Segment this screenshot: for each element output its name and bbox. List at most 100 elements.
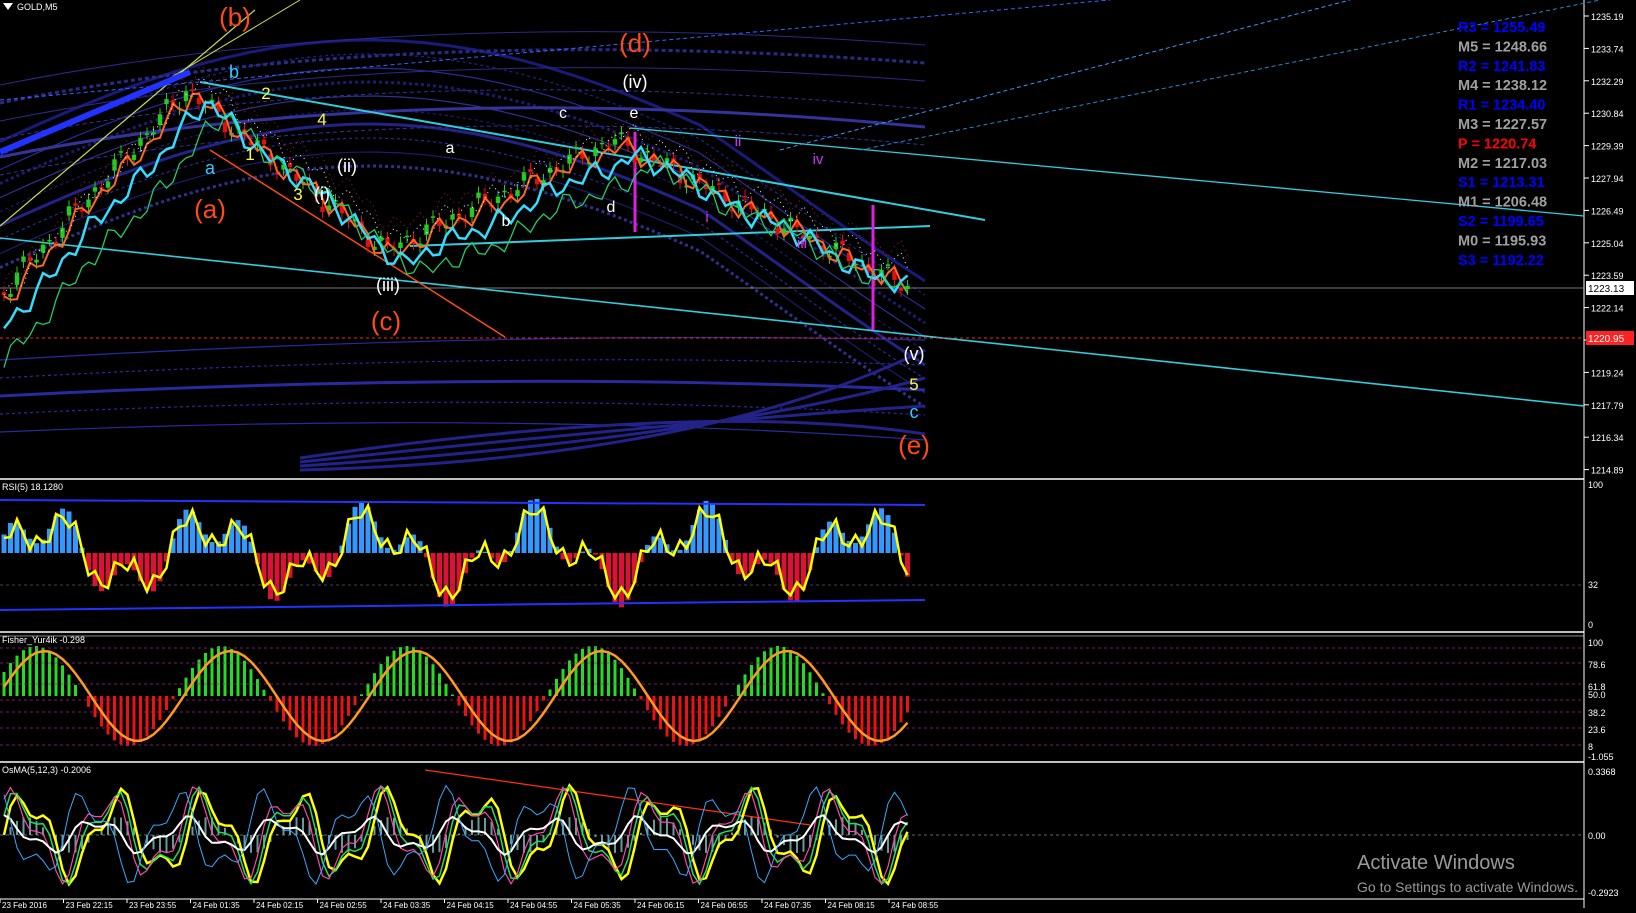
pivot-label: S1 = 1213.31 <box>1458 175 1545 191</box>
candle <box>261 139 267 145</box>
rsi-bar <box>92 553 98 587</box>
osma-panel[interactable] <box>0 769 1584 887</box>
time-tick: 24 Feb 08:15 <box>828 901 876 908</box>
candle <box>47 240 52 242</box>
wave-label: a <box>446 140 455 157</box>
rsi-bar <box>359 501 364 553</box>
pivot-label: M3 = 1227.57 <box>1458 117 1547 133</box>
fisher-tick: 100 <box>1588 638 1603 648</box>
candle <box>183 91 189 102</box>
candle <box>775 228 780 235</box>
candle <box>112 159 117 171</box>
osma-tick: -0.2923 <box>1588 888 1619 898</box>
candle <box>573 146 579 149</box>
wave-label: (i) <box>314 184 330 204</box>
rsi-bar <box>528 500 533 553</box>
osma-tick: 0.00 <box>1588 831 1606 841</box>
rsi-bar <box>677 549 683 553</box>
price-tick: 1233.74 <box>1591 44 1624 54</box>
osma-tick: 0.3368 <box>1588 767 1616 777</box>
wave-label: ii <box>735 133 742 150</box>
time-tick: 24 Feb 06:55 <box>701 901 749 908</box>
fisher-tick: -1.055 <box>1588 752 1614 762</box>
candle <box>118 151 124 153</box>
wave-label: (c) <box>371 306 401 336</box>
price-tick: 1232.29 <box>1591 77 1624 87</box>
wave-label: (d) <box>619 28 651 58</box>
candle <box>619 132 624 135</box>
candle <box>606 145 611 148</box>
candle <box>27 257 33 261</box>
channel-lower-line[interactable] <box>0 237 1585 407</box>
rsi-tick: 32 <box>1588 580 1598 590</box>
price-tick: 1226.49 <box>1591 206 1624 216</box>
candle <box>788 217 793 222</box>
rsi-tick: 100 <box>1588 480 1603 490</box>
price-tick: 1227.94 <box>1591 174 1624 184</box>
price-axis: 1235.19 1233.74 1232.29 1230.84 1229.39 1227.… <box>1584 12 1624 476</box>
candle <box>742 195 748 198</box>
candle <box>131 154 137 160</box>
rsi-bar <box>768 553 774 564</box>
wave-label: (b) <box>219 2 251 32</box>
wave-label: (ii) <box>337 156 357 176</box>
candle <box>21 256 26 262</box>
candle <box>222 123 228 133</box>
wave-label: (v) <box>904 344 925 364</box>
price-tick: 1217.79 <box>1591 401 1624 411</box>
candle <box>66 206 72 216</box>
candle <box>398 242 403 249</box>
watermark-subtitle: Go to Settings to activate Windows. <box>1357 879 1578 895</box>
activation-watermark: Activate Windows Go to Settings to activ… <box>1357 852 1578 895</box>
candle <box>105 181 111 188</box>
rsi-bar <box>885 515 891 553</box>
price-tick: 1214.89 <box>1591 466 1624 476</box>
time-tick: 24 Feb 03:35 <box>383 901 431 908</box>
rsi-bar <box>794 553 800 602</box>
candle <box>14 272 20 285</box>
candle <box>450 214 455 220</box>
price-tick: 1235.19 <box>1591 12 1624 22</box>
pivot-label: M2 = 1217.03 <box>1458 156 1547 172</box>
candle <box>716 183 722 185</box>
candle <box>40 244 46 253</box>
time-tick: 24 Feb 08:55 <box>891 901 939 908</box>
pivot-label: R3 = 1255.49 <box>1458 20 1545 36</box>
wave-label: 5 <box>909 375 918 394</box>
envelope-bands <box>0 31 926 472</box>
rsi-bar <box>482 551 488 553</box>
candle <box>476 192 481 198</box>
fisher-panel[interactable] <box>0 646 1584 746</box>
candle <box>424 224 429 235</box>
time-tick: 24 Feb 06:15 <box>637 901 685 908</box>
pivot-label: M5 = 1248.66 <box>1458 39 1547 55</box>
current-price-tag: 1223.13 <box>1586 281 1634 295</box>
candle <box>502 190 507 193</box>
rsi-bar <box>469 553 475 558</box>
osma-label: OsMA(5,12,3) -0.2006 <box>2 765 91 775</box>
candle <box>34 259 39 263</box>
wave-label: 2 <box>261 84 270 103</box>
candle <box>60 227 65 238</box>
candle <box>92 187 98 192</box>
wave-label: d <box>607 199 616 216</box>
wave-label: c <box>910 402 919 422</box>
watermark-title: Activate Windows <box>1357 852 1515 874</box>
rsi-bar <box>879 508 884 553</box>
price-tick: 1229.39 <box>1591 142 1624 152</box>
wave-label: (e) <box>898 430 930 460</box>
wave-label: b <box>229 62 239 82</box>
level-price-tag: 1220.95 <box>1586 331 1634 345</box>
candle <box>138 137 143 146</box>
wave-label: i <box>705 209 708 226</box>
rsi-bar <box>177 519 182 553</box>
pivot-label: S2 = 1199.65 <box>1458 214 1544 230</box>
time-tick: 24 Feb 02:15 <box>256 901 304 908</box>
wave-label: 1 <box>245 145 254 164</box>
resistance-line[interactable] <box>629 127 1585 217</box>
chart-canvas[interactable]: 1235.19 1233.74 1232.29 1230.84 1229.39 1227.… <box>0 0 1636 910</box>
rsi-panel[interactable] <box>0 498 1584 611</box>
rsi-bar <box>443 553 449 607</box>
dropdown-arrow-icon[interactable] <box>3 3 13 10</box>
candle <box>190 89 195 92</box>
